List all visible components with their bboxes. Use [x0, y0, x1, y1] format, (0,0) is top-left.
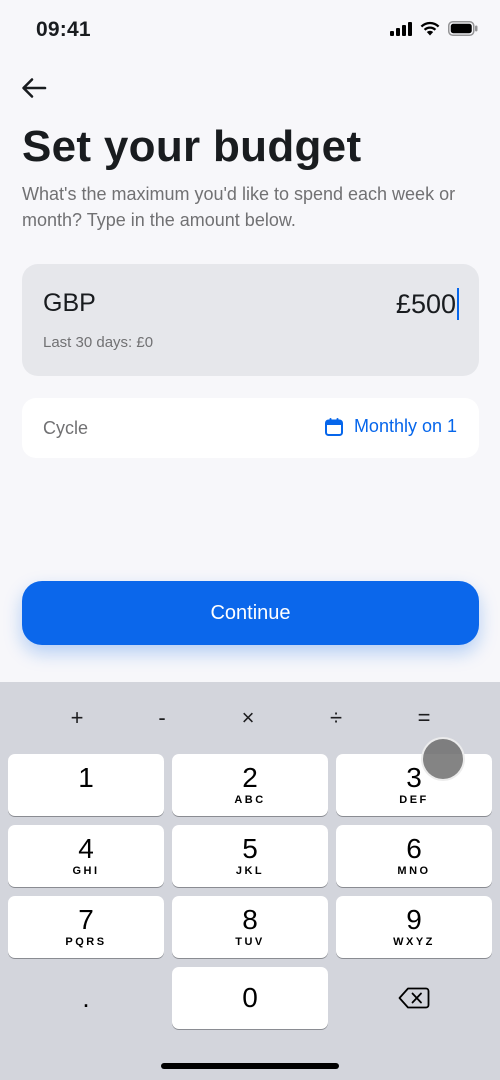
- battery-icon: [448, 21, 478, 36]
- touch-indicator: [421, 737, 465, 781]
- key-letters: WXYZ: [393, 936, 435, 948]
- continue-button[interactable]: Continue: [22, 581, 479, 645]
- amount-input[interactable]: £500: [396, 288, 459, 320]
- amount-input-card[interactable]: GBP £500 Last 30 days: £0: [22, 264, 479, 376]
- key-digit: 0: [242, 982, 258, 1013]
- page-title: Set your budget: [22, 122, 362, 171]
- arrow-left-icon: [22, 78, 47, 98]
- key-digit: 7: [78, 904, 94, 935]
- key-digit: 2: [242, 762, 258, 793]
- key-5[interactable]: 5 JKL: [172, 825, 328, 887]
- minus-key[interactable]: -: [132, 700, 192, 736]
- status-icons: [390, 21, 478, 36]
- key-8[interactable]: 8 TUV: [172, 896, 328, 958]
- cycle-selector[interactable]: Cycle Monthly on 1: [22, 398, 479, 458]
- key-letters: MNO: [397, 865, 431, 877]
- key-1[interactable]: 1: [8, 754, 164, 816]
- key-letters: DEF: [399, 794, 429, 806]
- backspace-icon: [398, 987, 430, 1009]
- calendar-icon: [324, 417, 343, 436]
- status-time: 09:41: [36, 18, 91, 41]
- delete-key[interactable]: [336, 967, 492, 1029]
- cellular-signal-icon: [390, 21, 412, 36]
- key-7[interactable]: 7 PQRS: [8, 896, 164, 958]
- key-digit: 3: [406, 762, 422, 793]
- divide-key[interactable]: ÷: [306, 700, 366, 736]
- wifi-icon: [420, 21, 440, 36]
- key-2[interactable]: 2 ABC: [172, 754, 328, 816]
- cycle-value: Monthly on 1: [353, 416, 457, 436]
- operator-row: + - × ÷ =: [0, 700, 500, 736]
- plus-key[interactable]: +: [47, 700, 107, 736]
- amount-value: £500: [395, 288, 456, 319]
- key-letters: JKL: [235, 865, 265, 877]
- key-letters: PQRS: [65, 936, 107, 948]
- key-9[interactable]: 9 WXYZ: [336, 896, 492, 958]
- equals-key[interactable]: =: [394, 700, 454, 736]
- key-letters: ABC: [234, 794, 266, 806]
- home-indicator[interactable]: [161, 1063, 339, 1069]
- key-digit: 4: [78, 833, 94, 864]
- cycle-value-button[interactable]: Monthly on 1: [324, 416, 457, 437]
- key-digit: 5: [242, 833, 258, 864]
- key-letters: TUV: [235, 936, 265, 948]
- currency-code: GBP: [43, 289, 96, 317]
- multiply-key[interactable]: ×: [218, 700, 278, 736]
- key-digit: 8: [242, 904, 258, 935]
- key-4[interactable]: 4 GHI: [8, 825, 164, 887]
- key-0[interactable]: 0: [172, 967, 328, 1029]
- key-letters: GHI: [72, 865, 100, 877]
- key-digit: 9: [406, 904, 422, 935]
- status-bar: 09:41: [0, 0, 500, 62]
- numeric-keyboard: + - × ÷ = 1 2 ABC 3 DEF 4 GHI 5 JKL 6 MN…: [0, 682, 500, 1080]
- page-subtitle: What's the maximum you'd like to spend e…: [22, 184, 456, 230]
- cycle-label: Cycle: [43, 418, 89, 438]
- key-digit: 6: [406, 833, 422, 864]
- decimal-key[interactable]: .: [8, 967, 164, 1029]
- text-caret: [457, 288, 459, 320]
- key-digit: 1: [78, 762, 94, 793]
- last-30-days-spend: Last 30 days: £0: [43, 334, 154, 351]
- key-3[interactable]: 3 DEF: [336, 754, 492, 816]
- key-6[interactable]: 6 MNO: [336, 825, 492, 887]
- back-button[interactable]: [14, 70, 54, 106]
